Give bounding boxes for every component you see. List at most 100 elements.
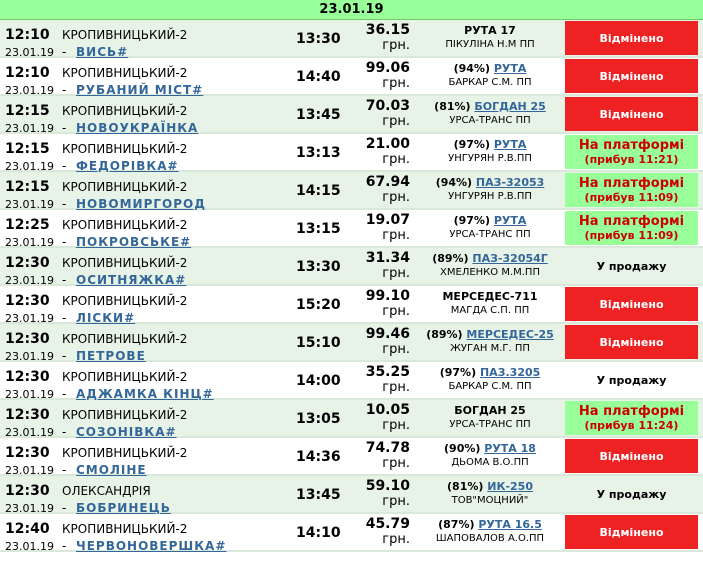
status-text: На платформі	[578, 176, 685, 191]
bus-line: (94%) ПАЗ-32053	[420, 176, 560, 189]
bus-model-link[interactable]: ИК-250	[487, 480, 533, 493]
status-badge: Відмінено	[565, 439, 698, 473]
table-row: 12:10 КРОПИВНИЦЬКИЙ-2 23.01.19- РУБАНИЙ МІС…	[0, 58, 703, 97]
departure-date: 23.01.19	[5, 540, 54, 553]
destination-link[interactable]: ЛІСКИ#	[76, 311, 135, 325]
status-text: Відмінено	[599, 335, 664, 349]
status-badge: У продажу	[565, 477, 698, 511]
bus-line: (97%) РУТА	[420, 214, 560, 227]
status-badge: У продажу	[565, 363, 698, 397]
occupancy-percent: (90%)	[444, 442, 481, 455]
destination-link[interactable]: СОЗОНІВКА#	[76, 425, 177, 439]
status-text: Відмінено	[599, 297, 664, 311]
destination-link[interactable]: ПЕТРОВЕ	[76, 349, 146, 363]
currency-label: грн.	[382, 266, 410, 281]
destination-link[interactable]: НОВОУКРАЇНКА	[76, 121, 198, 135]
route-line: 12:30 КРОПИВНИЦЬКИЙ-2	[5, 404, 295, 423]
destination-link[interactable]: РУБАНИЙ МІСТ#	[76, 83, 203, 97]
table-row: 12:10 КРОПИВНИЦЬКИЙ-2 23.01.19- ВИСЬ# 13:30 3…	[0, 20, 703, 59]
bus-model: РУТА 17	[464, 24, 516, 37]
currency-label: грн.	[382, 228, 410, 243]
occupancy-percent: (81%)	[434, 100, 471, 113]
table-row: 12:30 КРОПИВНИЦЬКИЙ-2 23.01.19- АДЖАМКА КІН…	[0, 362, 703, 401]
arrival-time: 15:10	[296, 335, 341, 351]
destination-link[interactable]: НОВОМИРГОРОД	[76, 197, 206, 211]
bus-model-link[interactable]: МЕРСЕДЕС-25	[466, 328, 553, 341]
arrival-time: 13:45	[296, 107, 341, 123]
departure-time: 12:30	[5, 445, 50, 461]
departure-time: 12:30	[5, 293, 50, 309]
destination-link[interactable]: АДЖАМКА КІНЦ#	[76, 387, 214, 401]
bus-model-link[interactable]: РУТА 18	[484, 442, 536, 455]
route-line: 23.01.19- СМОЛІНЕ	[5, 463, 295, 477]
status-badge: Відмінено	[565, 21, 698, 55]
occupancy-percent: (81%)	[447, 480, 484, 493]
operator-name: УНГУРЯН Р.В.ПП	[448, 153, 532, 164]
status-badge: Відмінено	[565, 287, 698, 321]
currency-label: грн.	[382, 456, 410, 471]
arrival-time: 14:10	[296, 525, 341, 541]
occupancy-percent: (87%)	[438, 518, 475, 531]
destination-link[interactable]: ЧЕРВОНОВЕРШКА#	[76, 539, 226, 553]
status-badge: Відмінено	[565, 325, 698, 359]
status-badge: На платформі (прибув 11:24)	[565, 401, 698, 435]
currency-label: грн.	[382, 494, 410, 509]
status-badge: На платформі (прибув 11:21)	[565, 135, 698, 169]
occupancy-percent: (89%)	[426, 328, 463, 341]
route-cell: 12:15 КРОПИВНИЦЬКИЙ-2 23.01.19- ФЕДОРІВКА#	[5, 138, 295, 173]
currency-label: грн.	[382, 304, 410, 319]
bus-model-link[interactable]: БОГДАН 25	[474, 100, 545, 113]
route-line: 12:30 КРОПИВНИЦЬКИЙ-2	[5, 290, 295, 309]
bus-line: РУТА 17	[420, 24, 560, 37]
status-text: На платформі	[578, 404, 685, 419]
route-cell: 12:30 КРОПИВНИЦЬКИЙ-2 23.01.19- АДЖАМКА КІН…	[5, 366, 295, 401]
departure-time: 12:15	[5, 103, 50, 119]
route-separator: -	[62, 387, 67, 401]
bus-model-link[interactable]: ПАЗ.3205	[480, 366, 540, 379]
table-row: 12:15 КРОПИВНИЦЬКИЙ-2 23.01.19- НОВОУКРАЇНК…	[0, 96, 703, 135]
route-cell: 12:40 КРОПИВНИЦЬКИЙ-2 23.01.19- ЧЕРВОНОВЕРШ…	[5, 518, 295, 553]
route-separator: -	[62, 83, 67, 97]
bus-model-link[interactable]: РУТА 16.5	[478, 518, 542, 531]
route-line: 12:40 КРОПИВНИЦЬКИЙ-2	[5, 518, 295, 537]
route-separator: -	[62, 235, 67, 249]
ticket-price: 31.34 грн.	[345, 251, 410, 282]
destination-link[interactable]: БОБРИНЕЦЬ	[76, 501, 171, 515]
destination-link[interactable]: ФЕДОРІВКА#	[76, 159, 179, 173]
status-badge: На платформі (прибув 11:09)	[565, 173, 698, 207]
destination-link[interactable]: ВИСЬ#	[76, 45, 128, 59]
departure-time: 12:40	[5, 521, 50, 537]
departure-time: 12:30	[5, 369, 50, 385]
bus-model-link[interactable]: РУТА	[494, 214, 527, 227]
carrier-cell: (97%) РУТА УНГУРЯН Р.В.ПП	[420, 138, 560, 164]
arrival-time: 13:05	[296, 411, 341, 427]
destination-link[interactable]: СМОЛІНЕ	[76, 463, 147, 477]
ticket-price: 36.15 грн.	[345, 23, 410, 54]
ticket-price: 99.46 грн.	[345, 327, 410, 358]
bus-model-link[interactable]: ПАЗ-32053	[476, 176, 544, 189]
operator-name: БАРКАР С.М. ПП	[448, 77, 532, 88]
operator-name: ШАПОВАЛОВ А.О.ПП	[435, 533, 545, 544]
bus-line: (81%) БОГДАН 25	[420, 100, 560, 113]
destination-link[interactable]: ПОКРОВСЬКЕ#	[76, 235, 191, 249]
bus-line: (97%) ПАЗ.3205	[420, 366, 560, 379]
bus-line: (89%) МЕРСЕДЕС-25	[420, 328, 560, 341]
bus-line: (90%) РУТА 18	[420, 442, 560, 455]
destination-link[interactable]: ОСИТНЯЖКА#	[76, 273, 186, 287]
route-separator: -	[62, 425, 67, 439]
carrier-cell: (89%) ПАЗ-32054Г ХМЕЛЕНКО М.М.ПП	[420, 252, 560, 278]
bus-model-link[interactable]: РУТА	[494, 62, 527, 75]
route-cell: 12:30 КРОПИВНИЦЬКИЙ-2 23.01.19- ОСИТНЯЖКА#	[5, 252, 295, 287]
currency-label: грн.	[382, 532, 410, 547]
arrival-note: (прибув 11:24)	[584, 419, 679, 432]
departure-time: 12:15	[5, 141, 50, 157]
ticket-price: 99.06 грн.	[345, 61, 410, 92]
bus-model-link[interactable]: ПАЗ-32054Г	[472, 252, 547, 265]
ticket-price: 35.25 грн.	[345, 365, 410, 396]
origin-station: КРОПИВНИЦЬКИЙ-2	[62, 28, 188, 42]
route-cell: 12:30 КРОПИВНИЦЬКИЙ-2 23.01.19- СМОЛІНЕ	[5, 442, 295, 477]
route-line: 23.01.19- РУБАНИЙ МІСТ#	[5, 83, 295, 97]
ticket-price: 59.10 грн.	[345, 479, 410, 510]
bus-model-link[interactable]: РУТА	[494, 138, 527, 151]
status-text: Відмінено	[599, 107, 664, 121]
